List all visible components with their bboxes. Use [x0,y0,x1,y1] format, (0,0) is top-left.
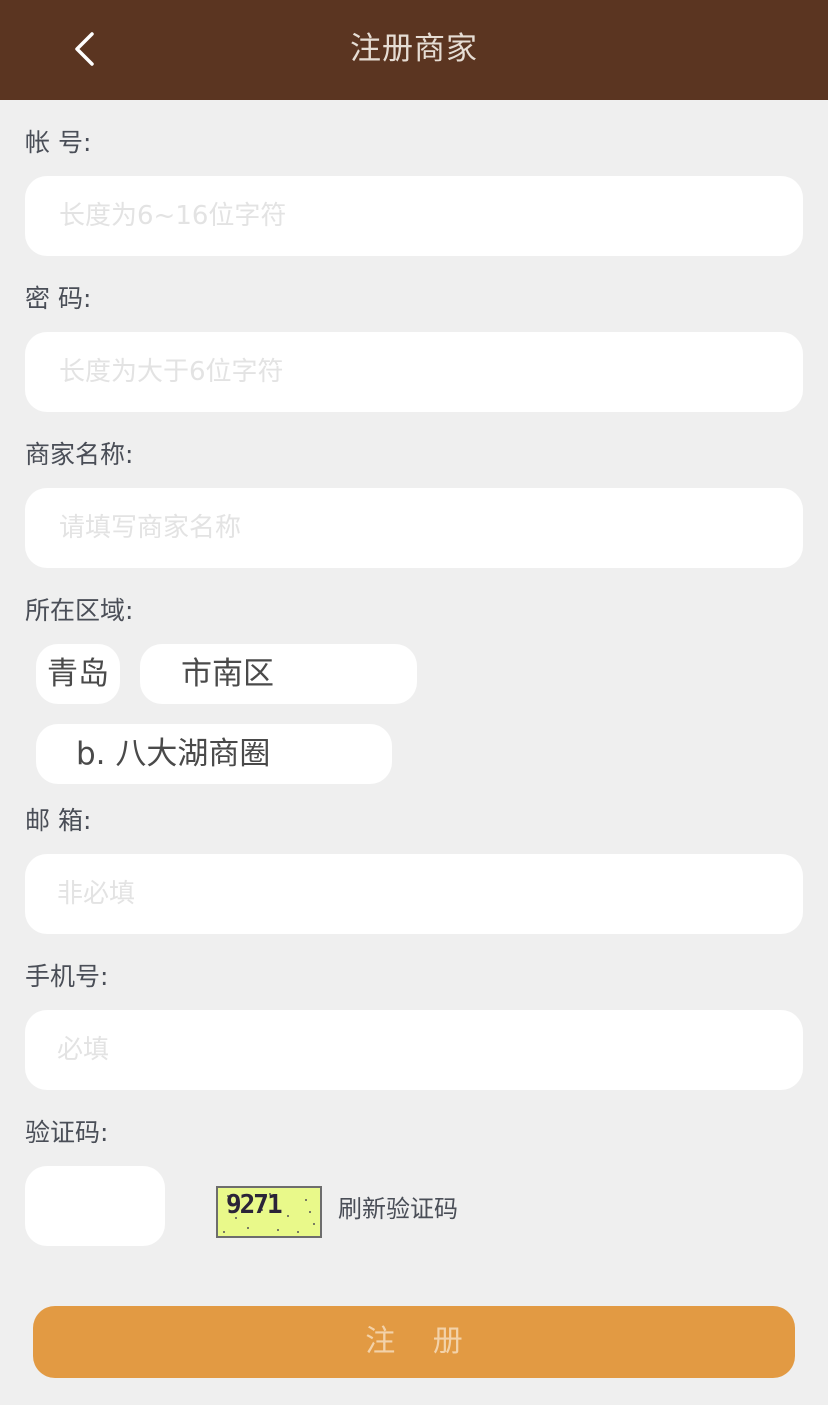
captcha-label: 验证码: [25,1118,109,1147]
password-input[interactable] [25,332,803,412]
merchant-name-label: 商家名称: [25,440,134,469]
top-bar: 注册商家 [0,0,828,100]
captcha-field-wrapper [25,1166,165,1246]
city-select[interactable]: 青岛 [36,644,120,704]
merchant-name-field-wrapper [25,488,803,568]
district-select[interactable]: 市南区 [140,644,417,704]
captcha-code: 9271 [226,1190,283,1220]
account-field-wrapper [25,176,803,256]
account-label: 帐 号: [25,128,92,157]
phone-label: 手机号: [25,962,109,991]
refresh-captcha-link[interactable]: 刷新验证码 [338,1192,458,1226]
page-title: 注册商家 [350,31,478,67]
account-input[interactable] [25,176,803,256]
email-field-wrapper [25,854,803,934]
merchant-name-input[interactable] [25,488,803,568]
phone-input[interactable] [25,1010,803,1090]
register-button[interactable]: 注 册 [33,1306,795,1378]
password-field-wrapper [25,332,803,412]
region-label: 所在区域: [25,596,134,625]
captcha-image[interactable]: 9271 [216,1186,322,1238]
phone-field-wrapper [25,1010,803,1090]
business-area-select[interactable]: b. 八大湖商圈 [36,724,392,784]
password-label: 密 码: [25,284,92,313]
email-input[interactable] [25,854,803,934]
email-label: 邮 箱: [25,806,92,835]
captcha-input[interactable] [25,1166,165,1246]
